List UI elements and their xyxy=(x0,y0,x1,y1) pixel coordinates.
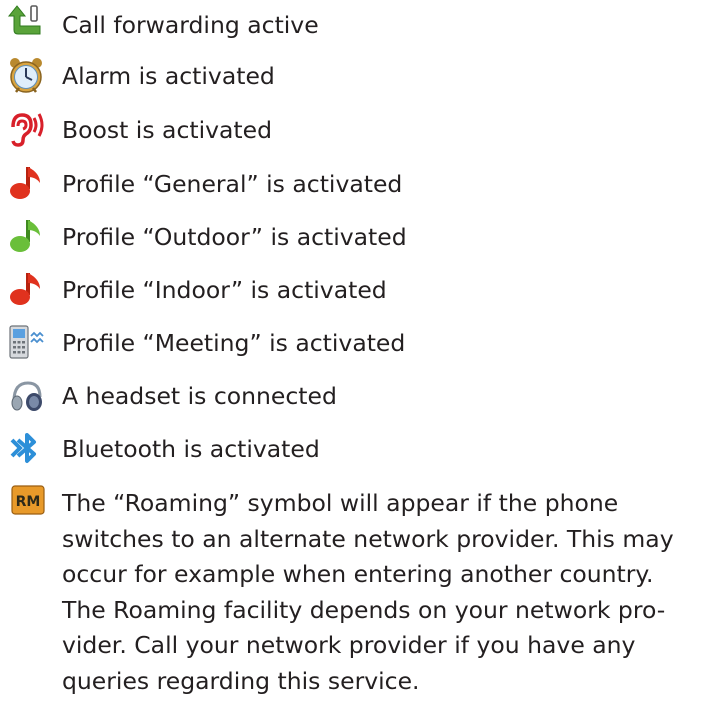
legend-label: Profile “Indoor” is activated xyxy=(62,276,387,304)
roaming-line: The “Roaming” symbol will appear if the … xyxy=(62,489,619,517)
alarm-clock-icon xyxy=(6,55,46,95)
legend-label: A headset is connected xyxy=(62,382,337,410)
legend-row-profile-meeting: Profile “Meeting” is activated xyxy=(0,322,718,368)
music-note-green-icon xyxy=(6,216,46,256)
legend-label: Profile “Outdoor” is activated xyxy=(62,223,407,251)
roaming-line: occur for example when entering another … xyxy=(62,560,654,588)
legend-label: Profile “Meeting” is activated xyxy=(62,329,406,357)
roaming-line: vider. Call your network provider if you… xyxy=(62,631,636,659)
roaming-icon-text: RM xyxy=(16,494,41,510)
music-note-red-icon xyxy=(6,269,46,309)
legend-label: Alarm is activated xyxy=(62,62,275,90)
legend-row-boost: Boost is activated xyxy=(0,109,718,155)
legend-label: Call forwarding active xyxy=(62,11,319,39)
roaming-icon: RM xyxy=(10,482,46,518)
legend-row-profile-general: Profile “General” is activated xyxy=(0,163,718,209)
legend-label: Boost is activated xyxy=(62,116,273,144)
boost-ear-icon xyxy=(6,109,46,149)
legend-label: Profile “General” is activated xyxy=(62,170,403,198)
roaming-description: The “Roaming” symbol will appear if the … xyxy=(62,486,712,699)
call-forwarding-icon xyxy=(6,2,46,42)
roaming-line: queries regarding this service. xyxy=(62,666,420,695)
bluetooth-icon xyxy=(6,428,46,468)
music-note-red-icon xyxy=(6,163,46,203)
legend-row-profile-indoor: Profile “Indoor” is activated xyxy=(0,269,718,315)
headset-icon xyxy=(6,375,46,415)
legend-row-bluetooth: Bluetooth is activated xyxy=(0,428,718,474)
legend-label: Bluetooth is activated xyxy=(62,435,320,463)
vibrating-phone-icon xyxy=(6,322,46,362)
legend-row-alarm: Alarm is activated xyxy=(0,55,718,101)
roaming-line: switches to an alternate network provide… xyxy=(62,524,674,553)
legend-row-headset: A headset is connected xyxy=(0,375,718,421)
legend-row-profile-outdoor: Profile “Outdoor” is activated xyxy=(0,216,718,262)
roaming-line: The Roaming facility depends on your net… xyxy=(62,595,666,624)
legend-row-call-forwarding: Call forwarding active xyxy=(0,2,718,48)
